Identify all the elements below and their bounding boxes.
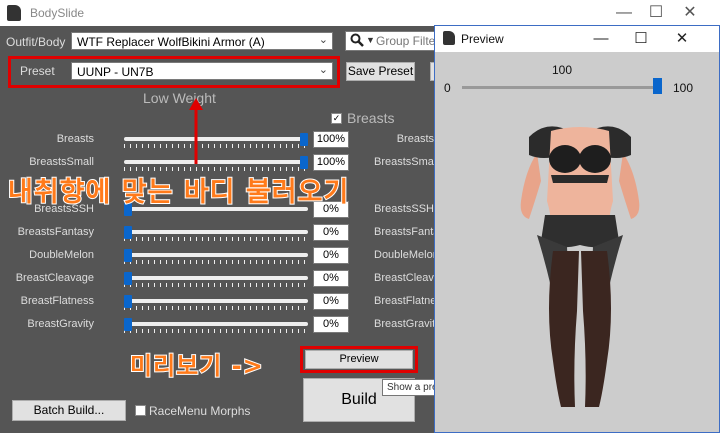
slider-track[interactable] xyxy=(124,230,308,234)
annotation-arrow-up xyxy=(189,98,203,164)
slider-label: DoubleMelon xyxy=(29,249,94,261)
slider-label-right: BreastsFantasy xyxy=(374,226,434,238)
slider-value-field[interactable]: 100% xyxy=(313,131,349,148)
slider-label-right: BreastsSmall xyxy=(374,156,434,168)
main-titlebar: BodySlide — ☐ ✕ xyxy=(0,0,720,26)
outfit-select[interactable]: WTF Replacer WolfBikini Armor (A) ⌄ xyxy=(71,32,333,50)
outfit-label: Outfit/Body xyxy=(6,35,66,49)
preview-app-icon xyxy=(443,31,455,45)
slider-label-right: BreastsSSH xyxy=(374,203,434,215)
preview-titlebar: Preview — ☐ ✕ xyxy=(435,26,719,52)
search-dropdown-icon[interactable]: ▼ xyxy=(366,35,375,45)
slider-label-right: BreastFlatness xyxy=(374,295,434,307)
slider-value-field[interactable]: 0% xyxy=(313,224,349,241)
slider-value-field[interactable]: 0% xyxy=(313,316,349,333)
slider-label-right: BreastGravity xyxy=(374,318,434,330)
slider-thumb[interactable] xyxy=(300,156,308,169)
preview-title: Preview xyxy=(461,32,504,46)
preview-close-button[interactable]: ✕ xyxy=(668,29,696,49)
search-placeholder: Group Filter xyxy=(376,34,435,48)
breasts-group-label: Breasts xyxy=(347,110,395,126)
slider-thumb[interactable] xyxy=(124,295,132,308)
slider-thumb[interactable] xyxy=(300,133,308,146)
window-title: BodySlide xyxy=(30,6,85,20)
preset-highlight-box xyxy=(8,56,340,88)
minimize-button[interactable]: — xyxy=(610,3,638,23)
batch-build-button[interactable]: Batch Build... xyxy=(12,400,126,421)
slider-label-right: BreastCleavage xyxy=(374,272,434,284)
slider-label: BreastFlatness xyxy=(20,295,94,307)
slider-track[interactable] xyxy=(124,299,308,303)
maximize-button[interactable]: ☐ xyxy=(642,3,670,23)
slider-track[interactable] xyxy=(124,276,308,280)
slider-label: BreastGravity xyxy=(27,318,94,330)
bodyslide-app-icon xyxy=(7,5,21,21)
weight-min-label: 0 xyxy=(444,81,451,95)
slider-label-right: Breasts xyxy=(396,133,434,145)
slider-thumb[interactable] xyxy=(124,249,132,262)
slider-thumb[interactable] xyxy=(124,226,132,239)
slider-ticks xyxy=(124,260,308,264)
character-model-render xyxy=(520,126,640,407)
slider-track[interactable] xyxy=(124,253,308,257)
slider-label: BreastsSmall xyxy=(29,156,94,168)
outfit-value: WTF Replacer WolfBikini Armor (A) xyxy=(77,35,265,49)
load-body-annotation: 내취향에 맞는 바디 불러오기 xyxy=(7,176,350,209)
racemenu-morphs-checkbox[interactable] xyxy=(135,405,146,416)
weight-max-label: 100 xyxy=(673,81,694,95)
weight-slider-thumb[interactable] xyxy=(653,78,662,94)
slider-ticks xyxy=(124,283,308,287)
slider-label: Breasts xyxy=(56,133,94,145)
slider-ticks xyxy=(124,329,308,333)
slider-value-field[interactable]: 0% xyxy=(313,247,349,264)
weight-slider-track[interactable] xyxy=(462,86,662,89)
slider-ticks xyxy=(124,306,308,310)
slider-ticks xyxy=(124,237,308,241)
preview-annotation: 미리보기 -> xyxy=(129,351,264,381)
group-filter-search[interactable]: ▼ Group Filter xyxy=(345,31,435,51)
slider-thumb[interactable] xyxy=(124,272,132,285)
search-icon xyxy=(350,33,364,47)
slider-value-field[interactable]: 0% xyxy=(313,270,349,287)
slider-label: BreastsFantasy xyxy=(17,226,94,238)
racemenu-morphs-label: RaceMenu Morphs xyxy=(149,404,251,418)
slider-value-field[interactable]: 0% xyxy=(313,293,349,310)
slider-track[interactable] xyxy=(124,137,308,141)
slider-track[interactable] xyxy=(124,322,308,326)
preview-highlight-box xyxy=(300,346,418,373)
chevron-down-icon: ⌄ xyxy=(318,34,328,46)
slider-track[interactable] xyxy=(124,160,308,164)
save-preset-button[interactable]: Save Preset xyxy=(346,62,415,81)
weight-value-label: 100 xyxy=(552,63,573,77)
preview-window: Preview — ☐ ✕ 100 0 100 xyxy=(434,25,720,433)
breasts-group-checkbox[interactable]: ✓ xyxy=(331,113,342,124)
slider-label-right: DoubleMelon xyxy=(374,249,434,261)
preview-minimize-button[interactable]: — xyxy=(587,29,615,49)
slider-thumb[interactable] xyxy=(124,318,132,331)
preview-maximize-button[interactable]: ☐ xyxy=(627,29,655,49)
slider-ticks xyxy=(124,144,308,148)
slider-value-field[interactable]: 100% xyxy=(313,154,349,171)
slider-label: BreastCleavage xyxy=(15,272,94,284)
close-button[interactable]: ✕ xyxy=(676,3,704,23)
